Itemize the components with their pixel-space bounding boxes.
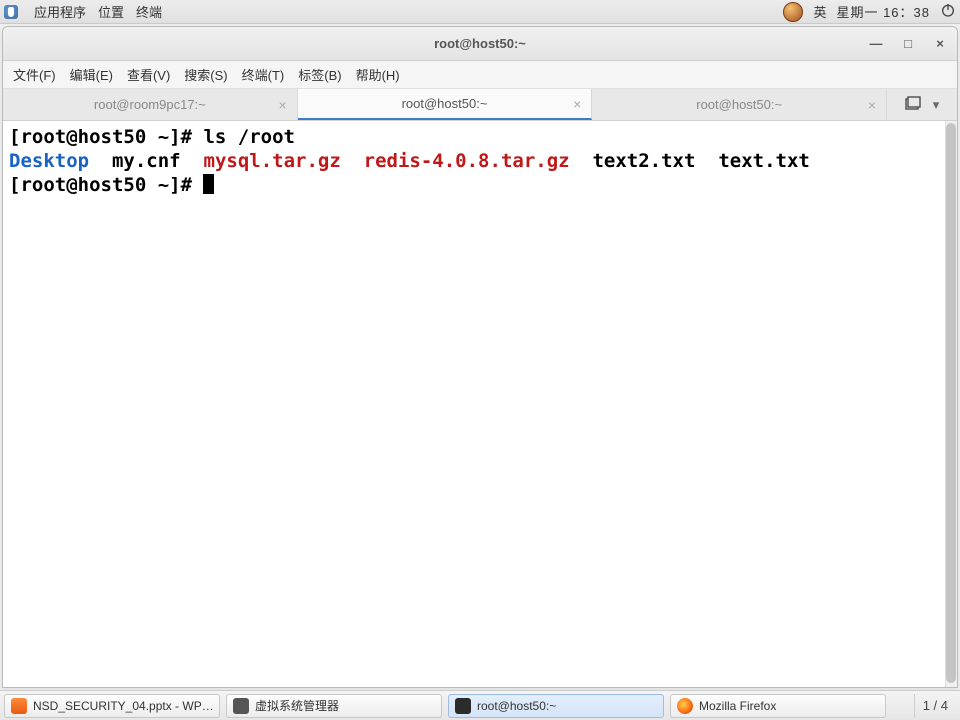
- tab-label: root@room9pc17:~: [94, 97, 206, 112]
- tab-label: root@host50:~: [402, 96, 488, 111]
- menu-places[interactable]: 位置: [98, 2, 124, 21]
- command-text: ls /root: [203, 126, 295, 148]
- topbar-left: 应用程序 位置 终端: [4, 2, 162, 21]
- menu-applications[interactable]: 应用程序: [34, 2, 86, 21]
- maximize-button[interactable]: □: [899, 35, 917, 53]
- ls-entry: text.txt: [718, 150, 810, 172]
- ls-entry: text2.txt: [592, 150, 695, 172]
- taskbar: NSD_SECURITY_04.pptx - WP… 虚拟系统管理器 root@…: [0, 690, 960, 720]
- gnome-foot-icon: [4, 5, 18, 19]
- ls-entry-archive: mysql.tar.gz: [204, 150, 341, 172]
- tab-label: root@host50:~: [696, 97, 782, 112]
- menu-edit[interactable]: 编辑(E): [66, 63, 117, 86]
- tab-2[interactable]: root@host50:~ ×: [592, 89, 887, 120]
- close-icon[interactable]: ×: [573, 96, 581, 112]
- tab-bar: root@room9pc17:~ × root@host50:~ × root@…: [3, 89, 957, 121]
- workspace-indicator[interactable]: 1 / 4: [914, 694, 956, 718]
- menubar: 文件(F) 编辑(E) 查看(V) 搜索(S) 终端(T) 标签(B) 帮助(H…: [3, 61, 957, 89]
- task-label: NSD_SECURITY_04.pptx - WP…: [33, 699, 214, 713]
- menu-help[interactable]: 帮助(H): [352, 63, 404, 86]
- tab-0[interactable]: root@room9pc17:~ ×: [3, 89, 298, 120]
- tab-1[interactable]: root@host50:~ ×: [298, 89, 593, 120]
- ls-entry-archive: redis-4.0.8.tar.gz: [364, 150, 570, 172]
- terminal-line: Desktop my.cnf mysql.tar.gz redis-4.0.8.…: [9, 149, 951, 173]
- terminal-viewport[interactable]: [root@host50 ~]# ls /root Desktop my.cnf…: [3, 121, 957, 687]
- task-item-firefox[interactable]: Mozilla Firefox: [670, 694, 886, 718]
- wps-icon: [11, 698, 27, 714]
- tray-update-icon[interactable]: [783, 2, 803, 22]
- window-controls: — □ ×: [867, 35, 949, 53]
- terminal-line: [root@host50 ~]# ls /root: [9, 125, 951, 149]
- close-icon[interactable]: ×: [868, 97, 876, 113]
- scrollbar-thumb[interactable]: [946, 123, 956, 683]
- menu-terminal[interactable]: 终端(T): [238, 63, 289, 86]
- scrollbar[interactable]: [945, 121, 957, 687]
- menu-tabs[interactable]: 标签(B): [294, 63, 345, 86]
- task-item-wps[interactable]: NSD_SECURITY_04.pptx - WP…: [4, 694, 220, 718]
- window-title: root@host50:~: [434, 36, 526, 51]
- firefox-icon: [677, 698, 693, 714]
- task-label: Mozilla Firefox: [699, 699, 776, 713]
- topbar-right: 英 星期一 16：38: [783, 2, 956, 22]
- terminal-line: [root@host50 ~]#: [9, 173, 951, 197]
- task-item-terminal[interactable]: root@host50:~: [448, 694, 664, 718]
- terminal-window: root@host50:~ — □ × 文件(F) 编辑(E) 查看(V) 搜索…: [2, 26, 958, 688]
- tab-overflow: ▾: [887, 89, 957, 120]
- input-method-indicator[interactable]: 英: [813, 2, 826, 21]
- terminal-icon: [455, 698, 471, 714]
- chevron-down-icon[interactable]: ▾: [933, 97, 940, 113]
- ls-entry: my.cnf: [112, 150, 181, 172]
- gnome-topbar: 应用程序 位置 终端 英 星期一 16：38: [0, 0, 960, 24]
- task-item-virt-manager[interactable]: 虚拟系统管理器: [226, 694, 442, 718]
- virt-manager-icon: [233, 698, 249, 714]
- clock[interactable]: 星期一 16：38: [836, 2, 930, 21]
- power-icon[interactable]: [940, 2, 956, 21]
- cursor: [203, 174, 214, 194]
- minimize-button[interactable]: —: [867, 35, 885, 53]
- new-tab-icon[interactable]: [905, 96, 921, 113]
- prompt: [root@host50 ~]#: [9, 126, 203, 148]
- menu-search[interactable]: 搜索(S): [180, 63, 231, 86]
- task-label: 虚拟系统管理器: [255, 697, 339, 714]
- prompt: [root@host50 ~]#: [9, 174, 203, 196]
- ls-entry-dir: Desktop: [9, 150, 89, 172]
- menu-view[interactable]: 查看(V): [123, 63, 174, 86]
- window-titlebar[interactable]: root@host50:~ — □ ×: [3, 27, 957, 61]
- menu-file[interactable]: 文件(F): [9, 63, 60, 86]
- close-icon[interactable]: ×: [278, 97, 286, 113]
- task-label: root@host50:~: [477, 699, 556, 713]
- menu-terminal-app[interactable]: 终端: [136, 2, 162, 21]
- close-button[interactable]: ×: [931, 35, 949, 53]
